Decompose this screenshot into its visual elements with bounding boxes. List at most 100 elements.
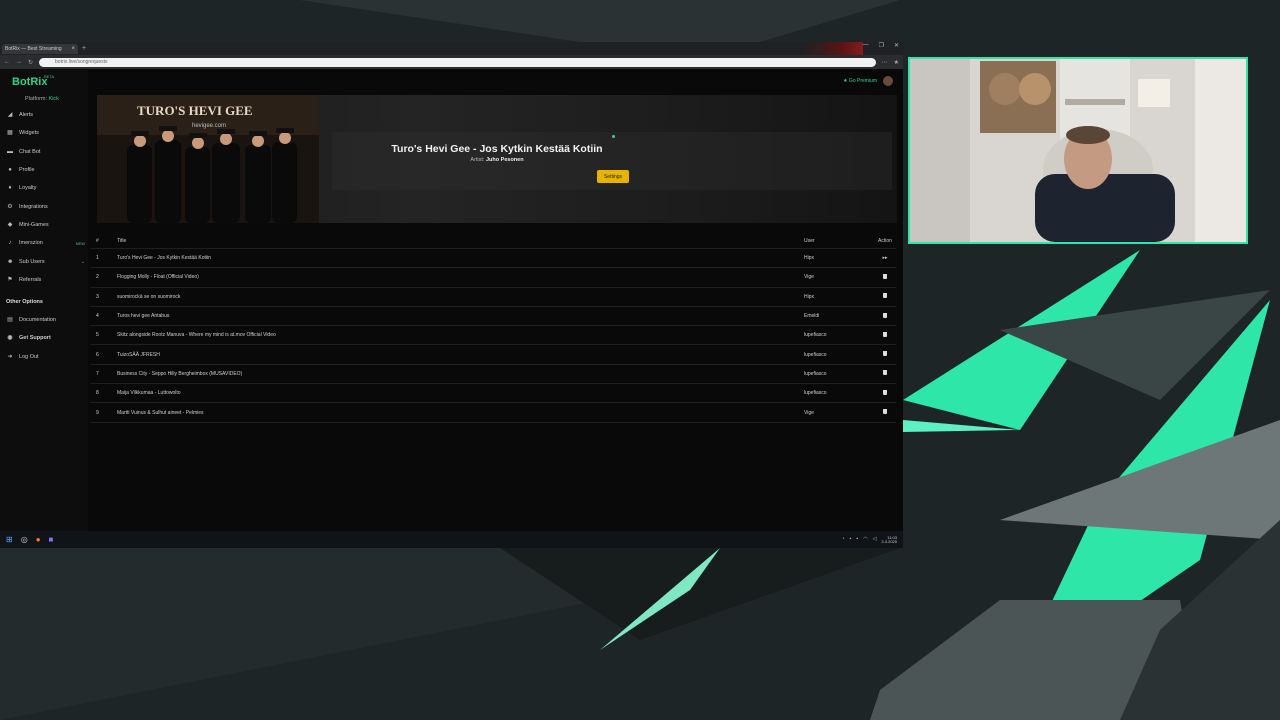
sidebar-item-documentation[interactable]: ▤ Documentation	[7, 317, 85, 323]
delete-icon[interactable]	[883, 293, 887, 299]
table-header: # Title User Action	[90, 234, 896, 249]
maximize-button[interactable]: ❐	[879, 42, 884, 49]
beta-badge: BETA	[44, 74, 55, 79]
music-icon: ♪	[8, 240, 12, 246]
wifi-icon[interactable]: ◠	[863, 536, 867, 544]
new-tab-button[interactable]: +	[82, 45, 86, 52]
support-icon: ◉	[7, 335, 13, 341]
windows-taskbar: ⊞ ◎ ● ■ ◔ ▪ ▪ ◠ ◁ 11:03 3.3.2025	[0, 531, 903, 548]
delete-icon[interactable]	[883, 409, 887, 415]
system-tray: ◔ ▪ ▪ ◠ ◁ 11:03 3.3.2025	[842, 535, 903, 544]
windows-start-icon[interactable]: ⊞	[6, 535, 13, 544]
sidebar-item-chat-bot[interactable]: ▬ Chat Bot	[7, 149, 85, 155]
sidebar-item-imerszion[interactable]: ♪ Imerszion NEW	[7, 240, 86, 246]
close-tab-icon[interactable]: ×	[71, 46, 75, 52]
row-title: Martti Vuinus & Sulhut aineet - Pelmies	[117, 409, 204, 416]
browser-tab[interactable]: BotRix — Best Streaming ×	[2, 43, 78, 54]
table-row[interactable]: 5 Skitz alongside Rootz Manuva - Where m…	[90, 326, 896, 346]
platform-indicator: Platform: Kick	[25, 96, 59, 102]
row-title: Business City - Seppo Hilly Bergheimbox …	[117, 370, 243, 377]
url-field[interactable]: botrix.live/songrequests	[39, 57, 876, 67]
sidebar-item-label: Alerts	[19, 112, 34, 118]
extensions-icon[interactable]: ⋯	[882, 59, 888, 66]
gamepad-icon: ◆	[7, 222, 13, 228]
table-row[interactable]: 3 suomirockä se on suomirock Hipx	[90, 288, 896, 307]
megaphone-icon: ◢	[7, 112, 13, 118]
firefox-icon[interactable]: ●	[36, 535, 41, 544]
artist-name: Juho Pesonen	[486, 157, 524, 163]
delete-icon[interactable]	[883, 273, 887, 279]
table-row[interactable]: 6 TuizoSÄÄ JFRESH lupefiasco	[90, 345, 896, 365]
integrations-icon: ⚙	[7, 204, 13, 210]
bookmark-star-icon[interactable]: ★	[894, 59, 899, 66]
row-title: Skitz alongside Rootz Manuva - Where my …	[117, 332, 276, 339]
platform-label: Platform:	[25, 96, 48, 102]
tray-icon[interactable]: ▪	[850, 536, 852, 544]
sidebar-item-label: Chat Bot	[19, 149, 41, 155]
table-row[interactable]: 9 Martti Vuinus & Sulhut aineet - Pelmie…	[90, 403, 896, 423]
settings-button[interactable]: Settings	[597, 170, 629, 183]
sidebar-item-mini-games[interactable]: ◆ Mini-Games	[7, 222, 85, 228]
sidebar-item-label: Sub Users	[19, 259, 45, 265]
botrix-logo[interactable]: BotRix	[12, 76, 47, 88]
sidebar-item-label: Log Out	[19, 354, 39, 360]
document-icon: ▤	[7, 317, 13, 323]
sidebar-item-label: Integrations	[19, 204, 48, 210]
row-user: lupefiasco	[804, 370, 827, 377]
sidebar-item-profile[interactable]: ● Profile	[7, 167, 85, 173]
minimize-button[interactable]: —	[863, 42, 869, 49]
sidebar-item-label: Profile	[19, 167, 35, 173]
sidebar-item-referrals[interactable]: ⚑ Referrals	[7, 277, 85, 283]
sidebar-item-get-support[interactable]: ◉ Get Support	[7, 335, 85, 341]
live-indicator-dot	[612, 135, 615, 138]
table-row[interactable]: 8 Maija Vilkkumaa - Luttowolto lupefiasc…	[90, 384, 896, 404]
skip-icon[interactable]: ▸▸	[874, 255, 896, 261]
sidebar-item-alerts[interactable]: ◢ Alerts	[7, 112, 85, 118]
platform-value: Kick	[48, 96, 59, 102]
reload-icon[interactable]: ↻	[28, 59, 33, 66]
close-window-button[interactable]: ✕	[894, 42, 899, 49]
table-row[interactable]: 1 Turo's Hevi Gee - Jos Kytkin Kestää Ko…	[90, 249, 896, 269]
row-title: Maija Vilkkumaa - Luttowolto	[117, 390, 181, 397]
webcam-overlay	[908, 57, 1248, 244]
row-number: 7	[96, 370, 99, 377]
delete-icon[interactable]	[883, 331, 887, 337]
tray-icon[interactable]: ◔	[842, 536, 845, 544]
row-user: Vige	[804, 409, 814, 416]
tray-icon[interactable]: ▪	[856, 536, 858, 544]
search-icon[interactable]: ◎	[21, 535, 28, 544]
row-title: Turos hevi gee Antabus	[117, 313, 170, 320]
table-row[interactable]: 2 Flogging Molly - Float (Official Video…	[90, 268, 896, 288]
go-premium-link[interactable]: ★ Go Premium	[843, 78, 877, 84]
delete-icon[interactable]	[883, 312, 887, 318]
row-number: 9	[96, 409, 99, 416]
delete-icon[interactable]	[883, 389, 887, 395]
row-number: 5	[96, 332, 99, 339]
other-options-heading: Other Options	[6, 299, 43, 305]
now-playing-artist: Artist: Juho Pesonen	[97, 157, 897, 163]
sidebar-item-sub-users[interactable]: ☻ Sub Users ⌄	[7, 259, 85, 265]
sidebar-item-loyalty[interactable]: ♦ Loyalty	[7, 185, 85, 191]
row-user: Hipx	[804, 293, 815, 300]
delete-icon[interactable]	[883, 370, 887, 376]
chevron-down-icon[interactable]: ⌄	[81, 259, 85, 265]
row-number: 8	[96, 390, 99, 397]
app-icon[interactable]: ■	[49, 535, 54, 544]
browser-window: BotRix — Best Streaming × + — ❐ ✕ ← → ↻ …	[0, 42, 903, 548]
sidebar-item-integrations[interactable]: ⚙ Integrations	[7, 204, 85, 210]
forward-icon[interactable]: →	[16, 59, 22, 65]
widgets-icon: ▦	[7, 130, 13, 136]
back-icon[interactable]: ←	[4, 59, 10, 65]
table-row[interactable]: 7 Business City - Seppo Hilly Bergheimbo…	[90, 365, 896, 385]
sidebar-item-log-out[interactable]: ➜ Log Out	[7, 354, 85, 360]
avatar[interactable]	[883, 76, 893, 86]
clock-date: 3.3.2025	[881, 538, 897, 544]
delete-icon[interactable]	[883, 351, 887, 357]
table-row[interactable]: 4 Turos hevi gee Antabus Emeldi	[90, 307, 896, 327]
sidebar-item-widgets[interactable]: ▦ Widgets	[7, 130, 85, 136]
clock[interactable]: 11:03 3.3.2025	[881, 535, 897, 544]
botrix-app: BotRix BETA Platform: Kick ◢ Alerts ▦ Wi…	[0, 69, 903, 531]
row-number: 3	[96, 293, 99, 300]
column-header-number: #	[96, 238, 99, 244]
volume-icon[interactable]: ◁	[873, 536, 877, 544]
